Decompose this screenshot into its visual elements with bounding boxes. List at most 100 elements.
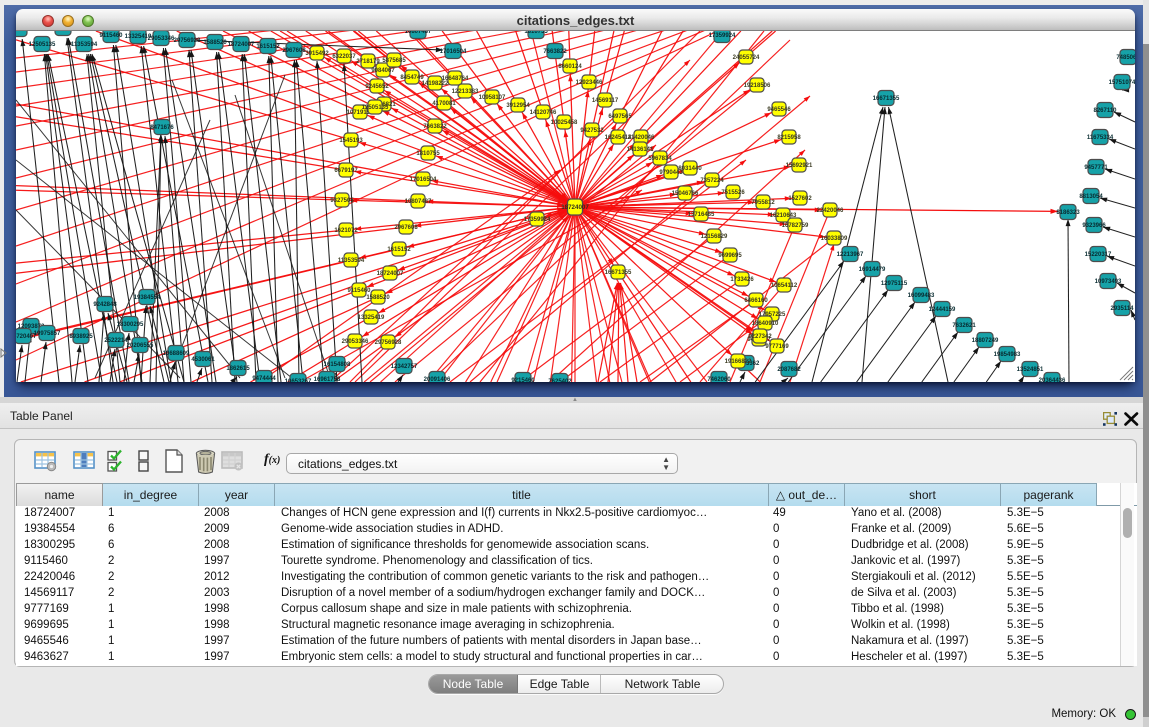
svg-text:9474444: 9474444 [252,376,276,382]
svg-text:5967834: 5967834 [648,156,672,162]
svg-text:20206555: 20206555 [127,343,154,349]
svg-text:29053346: 29053346 [148,36,175,42]
svg-text:12213383: 12213383 [452,89,479,95]
svg-text:15751074: 15751074 [1109,80,1135,86]
svg-text:13325419: 13325419 [358,315,385,321]
svg-text:12213967: 12213967 [837,252,864,258]
svg-text:8938925: 8938925 [69,334,93,340]
svg-text:9245652: 9245652 [365,84,389,90]
svg-text:17359924: 17359924 [709,33,736,39]
svg-text:1527602: 1527602 [788,196,812,202]
svg-text:1545193: 1545193 [339,138,363,144]
svg-text:17016504: 17016504 [410,177,437,183]
svg-text:19218506: 19218506 [744,83,771,89]
svg-text:6322037: 6322037 [332,54,356,60]
svg-text:10688609: 10688609 [163,351,190,357]
svg-text:20091406: 20091406 [424,377,451,382]
svg-text:16671355: 16671355 [605,270,632,276]
svg-text:13524851: 13524851 [1017,367,1044,373]
svg-text:29756928: 29756928 [174,38,201,44]
svg-text:12975115: 12975115 [881,281,908,287]
svg-text:2967608: 2967608 [282,48,306,54]
svg-text:18724007: 18724007 [561,204,589,211]
svg-text:1545193: 1545193 [16,31,31,33]
svg-text:24055724: 24055724 [733,55,760,61]
svg-text:2087682: 2087682 [777,367,801,373]
svg-text:18640910: 18640910 [752,321,779,327]
svg-text:1621072: 1621072 [334,228,358,234]
svg-text:10958107: 10958107 [479,95,506,101]
svg-text:17016504: 17016504 [440,49,467,55]
svg-text:1810755: 1810755 [416,151,440,157]
svg-text:5875685: 5875685 [382,58,406,64]
svg-text:12505135: 12505135 [362,105,389,111]
svg-text:10973493: 10973493 [1095,279,1122,285]
svg-text:14569117: 14569117 [592,98,619,104]
svg-text:9227342: 9227342 [748,334,772,340]
svg-text:16961758: 16961758 [314,377,341,382]
svg-text:16033809: 16033809 [821,236,848,242]
svg-text:13716485: 13716485 [688,212,715,218]
svg-text:9215460: 9215460 [511,378,535,382]
svg-text:12505135: 12505135 [29,42,56,48]
svg-text:8660124: 8660124 [558,64,582,70]
svg-text:2967608: 2967608 [394,225,418,231]
svg-text:16154808: 16154808 [324,362,351,368]
svg-text:20364436: 20364436 [1039,378,1066,382]
svg-text:1733426: 1733426 [730,277,754,283]
svg-text:6497565: 6497565 [608,114,632,120]
svg-text:8471676: 8471676 [150,125,174,131]
svg-text:1588520: 1588520 [366,295,390,301]
svg-text:18724007: 18724007 [228,42,255,48]
svg-text:16648764: 16648764 [442,76,469,82]
svg-text:2522214: 2522214 [104,338,128,344]
svg-text:12444159: 12444159 [929,307,956,313]
svg-text:9084067: 9084067 [371,68,395,74]
svg-text:6679197: 6679197 [334,168,358,174]
svg-text:17359924: 17359924 [524,217,551,223]
svg-text:1615152: 1615152 [256,44,280,50]
svg-text:14120746: 14120746 [530,110,557,116]
svg-text:12156829: 12156829 [701,234,728,240]
svg-text:4530061: 4530061 [191,357,215,363]
svg-text:9427532: 9427532 [580,128,604,134]
svg-text:29053346: 29053346 [342,339,369,345]
svg-text:7515526: 7515526 [721,190,745,196]
svg-text:1810755: 1810755 [524,31,548,35]
svg-text:9115460: 9115460 [99,33,123,39]
svg-text:7632621: 7632621 [952,323,976,329]
svg-text:19384554: 19384554 [134,295,161,301]
svg-text:8215958: 8215958 [777,135,801,141]
svg-text:7663822: 7663822 [423,124,447,130]
svg-text:11353594: 11353594 [71,42,98,48]
svg-text:9242848: 9242848 [93,302,117,308]
svg-text:8267110: 8267110 [1093,108,1117,114]
svg-text:11675334: 11675334 [1087,135,1114,141]
svg-text:14136141: 14136141 [627,147,654,153]
svg-text:15220317: 15220317 [1085,252,1112,258]
svg-text:10653267: 10653267 [285,379,312,382]
svg-text:9327505: 9327505 [330,198,354,204]
svg-text:11353594: 11353594 [338,258,365,264]
svg-text:10025458: 10025458 [551,120,578,126]
svg-text:15692921: 15692921 [786,163,813,169]
svg-text:2935114: 2935114 [1110,306,1134,312]
svg-text:1862615: 1862615 [226,366,250,372]
svg-text:18807249: 18807249 [972,338,999,344]
svg-text:16914479: 16914479 [859,267,886,273]
svg-text:6466160: 6466160 [744,298,768,304]
svg-text:18300295: 18300295 [117,322,144,328]
svg-text:7955812: 7955812 [751,200,775,206]
svg-text:10654112: 10654112 [771,283,798,289]
svg-text:19854983: 19854983 [994,352,1021,358]
svg-text:3912954: 3912954 [506,103,530,109]
svg-text:7663822: 7663822 [543,49,567,55]
svg-text:18724007: 18724007 [377,271,404,277]
svg-text:16671355: 16671355 [873,96,900,102]
svg-text:7462060: 7462060 [707,377,731,382]
svg-text:12923446: 12923446 [576,80,603,86]
svg-text:19166822: 19166822 [725,359,752,365]
svg-text:3915492: 3915492 [305,51,329,57]
svg-text:7625402: 7625402 [548,379,572,382]
svg-text:29756928: 29756928 [375,340,402,346]
